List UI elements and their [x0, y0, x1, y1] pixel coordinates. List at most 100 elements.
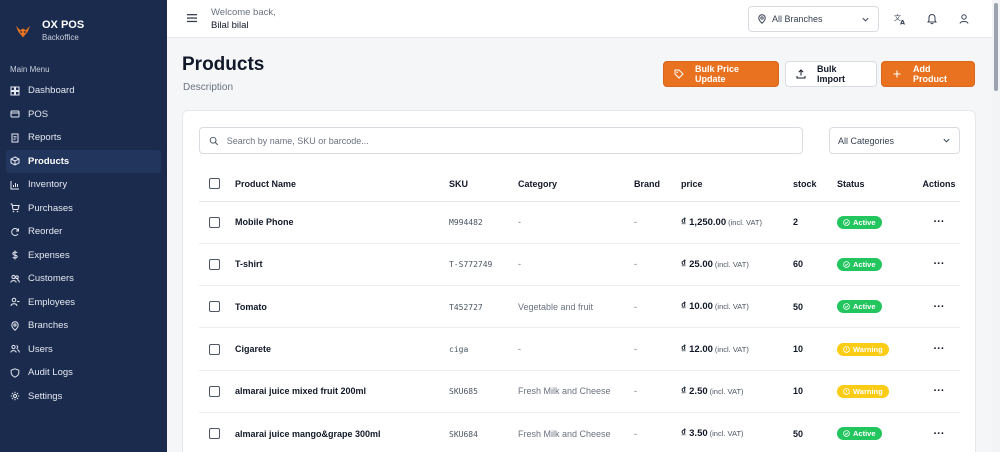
column-header-price[interactable]: price — [681, 167, 793, 202]
product-name[interactable]: Cigarete — [235, 344, 271, 354]
sidebar-item-users[interactable]: Users — [6, 338, 161, 362]
search-input[interactable] — [226, 135, 793, 146]
product-name[interactable]: Tomato — [235, 302, 267, 312]
row-actions-menu-icon[interactable]: ··· — [934, 216, 945, 228]
sidebar-item-purchases[interactable]: Purchases — [6, 197, 161, 221]
column-header-stock[interactable]: stock — [793, 167, 837, 202]
sidebar-item-audit-logs[interactable]: Audit Logs — [6, 361, 161, 385]
status-badge: Active — [837, 300, 882, 314]
product-category: Vegetable and fruit — [518, 301, 594, 312]
sidebar-item-pos[interactable]: POS — [6, 103, 161, 127]
welcome-text: Welcome back, — [211, 7, 276, 18]
add-product-button[interactable]: Add Product — [881, 61, 975, 87]
product-brand: - — [634, 259, 637, 270]
search-box[interactable] — [199, 127, 803, 154]
employees-icon — [10, 297, 20, 307]
branch-select[interactable]: All Branches — [748, 6, 879, 32]
row-checkbox[interactable] — [209, 301, 220, 313]
sidebar-item-reorder[interactable]: Reorder — [6, 220, 161, 244]
user-profile-icon[interactable] — [958, 13, 970, 25]
warning-circle-icon — [843, 388, 850, 395]
product-sku: T452727 — [449, 302, 483, 312]
row-actions-menu-icon[interactable]: ··· — [934, 343, 945, 355]
sidebar-item-dashboard[interactable]: Dashboard — [6, 79, 161, 103]
sidebar-item-settings[interactable]: Settings — [6, 385, 161, 409]
sidebar-item-products[interactable]: Products — [6, 149, 161, 173]
currency-symbol: ₫ — [681, 428, 687, 440]
bell-icon[interactable] — [926, 13, 938, 25]
table-row[interactable]: Mobile Phone M994482 - - ₫ 1,250.00 (incl. VAT… — [199, 201, 960, 244]
product-sku: T-S772749 — [449, 260, 493, 270]
product-stock: 10 — [793, 386, 804, 397]
row-actions-menu-icon[interactable]: ··· — [934, 258, 945, 270]
table-row[interactable]: T-shirt T-S772749 - - ₫ 25.00 (incl. VAT) 60 Act… — [199, 243, 960, 287]
vat-note: (incl. VAT) — [709, 429, 744, 439]
currency-symbol: ₫ — [681, 216, 687, 228]
column-header-category[interactable]: Category — [518, 167, 634, 202]
status-badge-label: Active — [853, 217, 876, 227]
sidebar-item-reports[interactable]: Reports — [6, 126, 161, 150]
status-badge-label: Active — [853, 302, 876, 312]
scrollbar-thumb[interactable] — [994, 3, 998, 91]
sidebar-item-inventory[interactable]: Inventory — [6, 173, 161, 197]
product-category: - — [518, 217, 521, 228]
product-name[interactable]: almarai juice mango&grape 300ml — [235, 429, 381, 439]
table-row[interactable]: Cigarete ciga - - ₫ 12.00 (incl. VAT) 10 Warning… — [199, 327, 960, 371]
column-header-status[interactable]: Status — [837, 167, 918, 202]
status-badge-label: Active — [853, 429, 876, 439]
product-name[interactable]: almarai juice mixed fruit 200ml — [235, 386, 366, 396]
product-price: 2.50 — [689, 385, 708, 397]
select-all-checkbox[interactable] — [209, 178, 220, 190]
table-row[interactable]: almarai juice mango&grape 300ml SKU684 Fre… — [199, 412, 960, 452]
column-header-name[interactable]: Product Name — [235, 167, 449, 202]
page-scrollbar[interactable] — [992, 0, 1000, 452]
currency-symbol: ₫ — [681, 258, 687, 270]
table-row[interactable]: Tomato T452727 Vegetable and fruit - ₫ 10.00(… — [199, 285, 960, 329]
sidebar: OX POS Backoffice Main Menu Dashboard POS… — [0, 0, 167, 452]
row-checkbox[interactable] — [209, 216, 220, 228]
row-actions-menu-icon[interactable]: ··· — [934, 301, 945, 313]
page-title: Products — [182, 54, 265, 75]
row-checkbox[interactable] — [209, 385, 220, 397]
sidebar-item-label: Audit Logs — [28, 367, 73, 379]
customers-icon — [10, 274, 20, 283]
product-name[interactable]: T-shirt — [235, 259, 263, 269]
check-circle-icon — [843, 303, 850, 311]
row-actions-menu-icon[interactable]: ··· — [934, 385, 945, 397]
product-brand: - — [634, 344, 637, 355]
sidebar-item-employees[interactable]: Employees — [6, 291, 161, 315]
status-badge-label: Active — [853, 259, 876, 269]
sidebar-item-expenses[interactable]: Expenses — [6, 244, 161, 268]
sidebar-item-label: Customers — [28, 273, 74, 285]
bulk-price-update-button[interactable]: Bulk Price Update — [663, 61, 779, 87]
brand[interactable]: OX POS Backoffice — [0, 0, 167, 50]
sidebar-item-label: Dashboard — [28, 85, 75, 97]
product-stock: 50 — [793, 428, 804, 439]
bulk-price-update-label: Bulk Price Update — [695, 64, 740, 84]
gear-icon — [10, 392, 20, 401]
row-checkbox[interactable] — [209, 343, 220, 355]
warning-circle-icon — [843, 345, 850, 353]
row-actions-menu-icon[interactable]: ··· — [934, 428, 945, 440]
column-header-brand[interactable]: Brand — [634, 167, 681, 202]
column-header-actions: Actions — [918, 167, 960, 202]
product-name[interactable]: Mobile Phone — [235, 217, 294, 227]
ox-logo-icon — [15, 25, 31, 37]
sidebar-item-label: POS — [28, 108, 49, 120]
bulk-import-button[interactable]: Bulk Import — [785, 61, 877, 87]
column-header-sku[interactable]: SKU — [449, 167, 518, 202]
sidebar-item-label: Products — [28, 155, 70, 167]
row-checkbox[interactable] — [209, 428, 220, 440]
sidebar-item-branches[interactable]: Branches — [6, 314, 161, 338]
product-price: 10.00 — [689, 301, 713, 313]
reports-icon — [11, 133, 19, 143]
chevron-down-icon — [862, 17, 869, 22]
category-select[interactable]: All Categories — [829, 127, 960, 154]
row-checkbox[interactable] — [209, 259, 220, 270]
translate-icon[interactable]: 文A — [894, 13, 906, 25]
product-stock: 10 — [793, 344, 804, 355]
sidebar-item-customers[interactable]: Customers — [6, 267, 161, 291]
table-row[interactable]: almarai juice mixed fruit 200ml SKU685 Fre… — [199, 370, 960, 413]
hamburger-menu-icon[interactable] — [187, 13, 197, 23]
dollar-icon — [12, 250, 18, 260]
